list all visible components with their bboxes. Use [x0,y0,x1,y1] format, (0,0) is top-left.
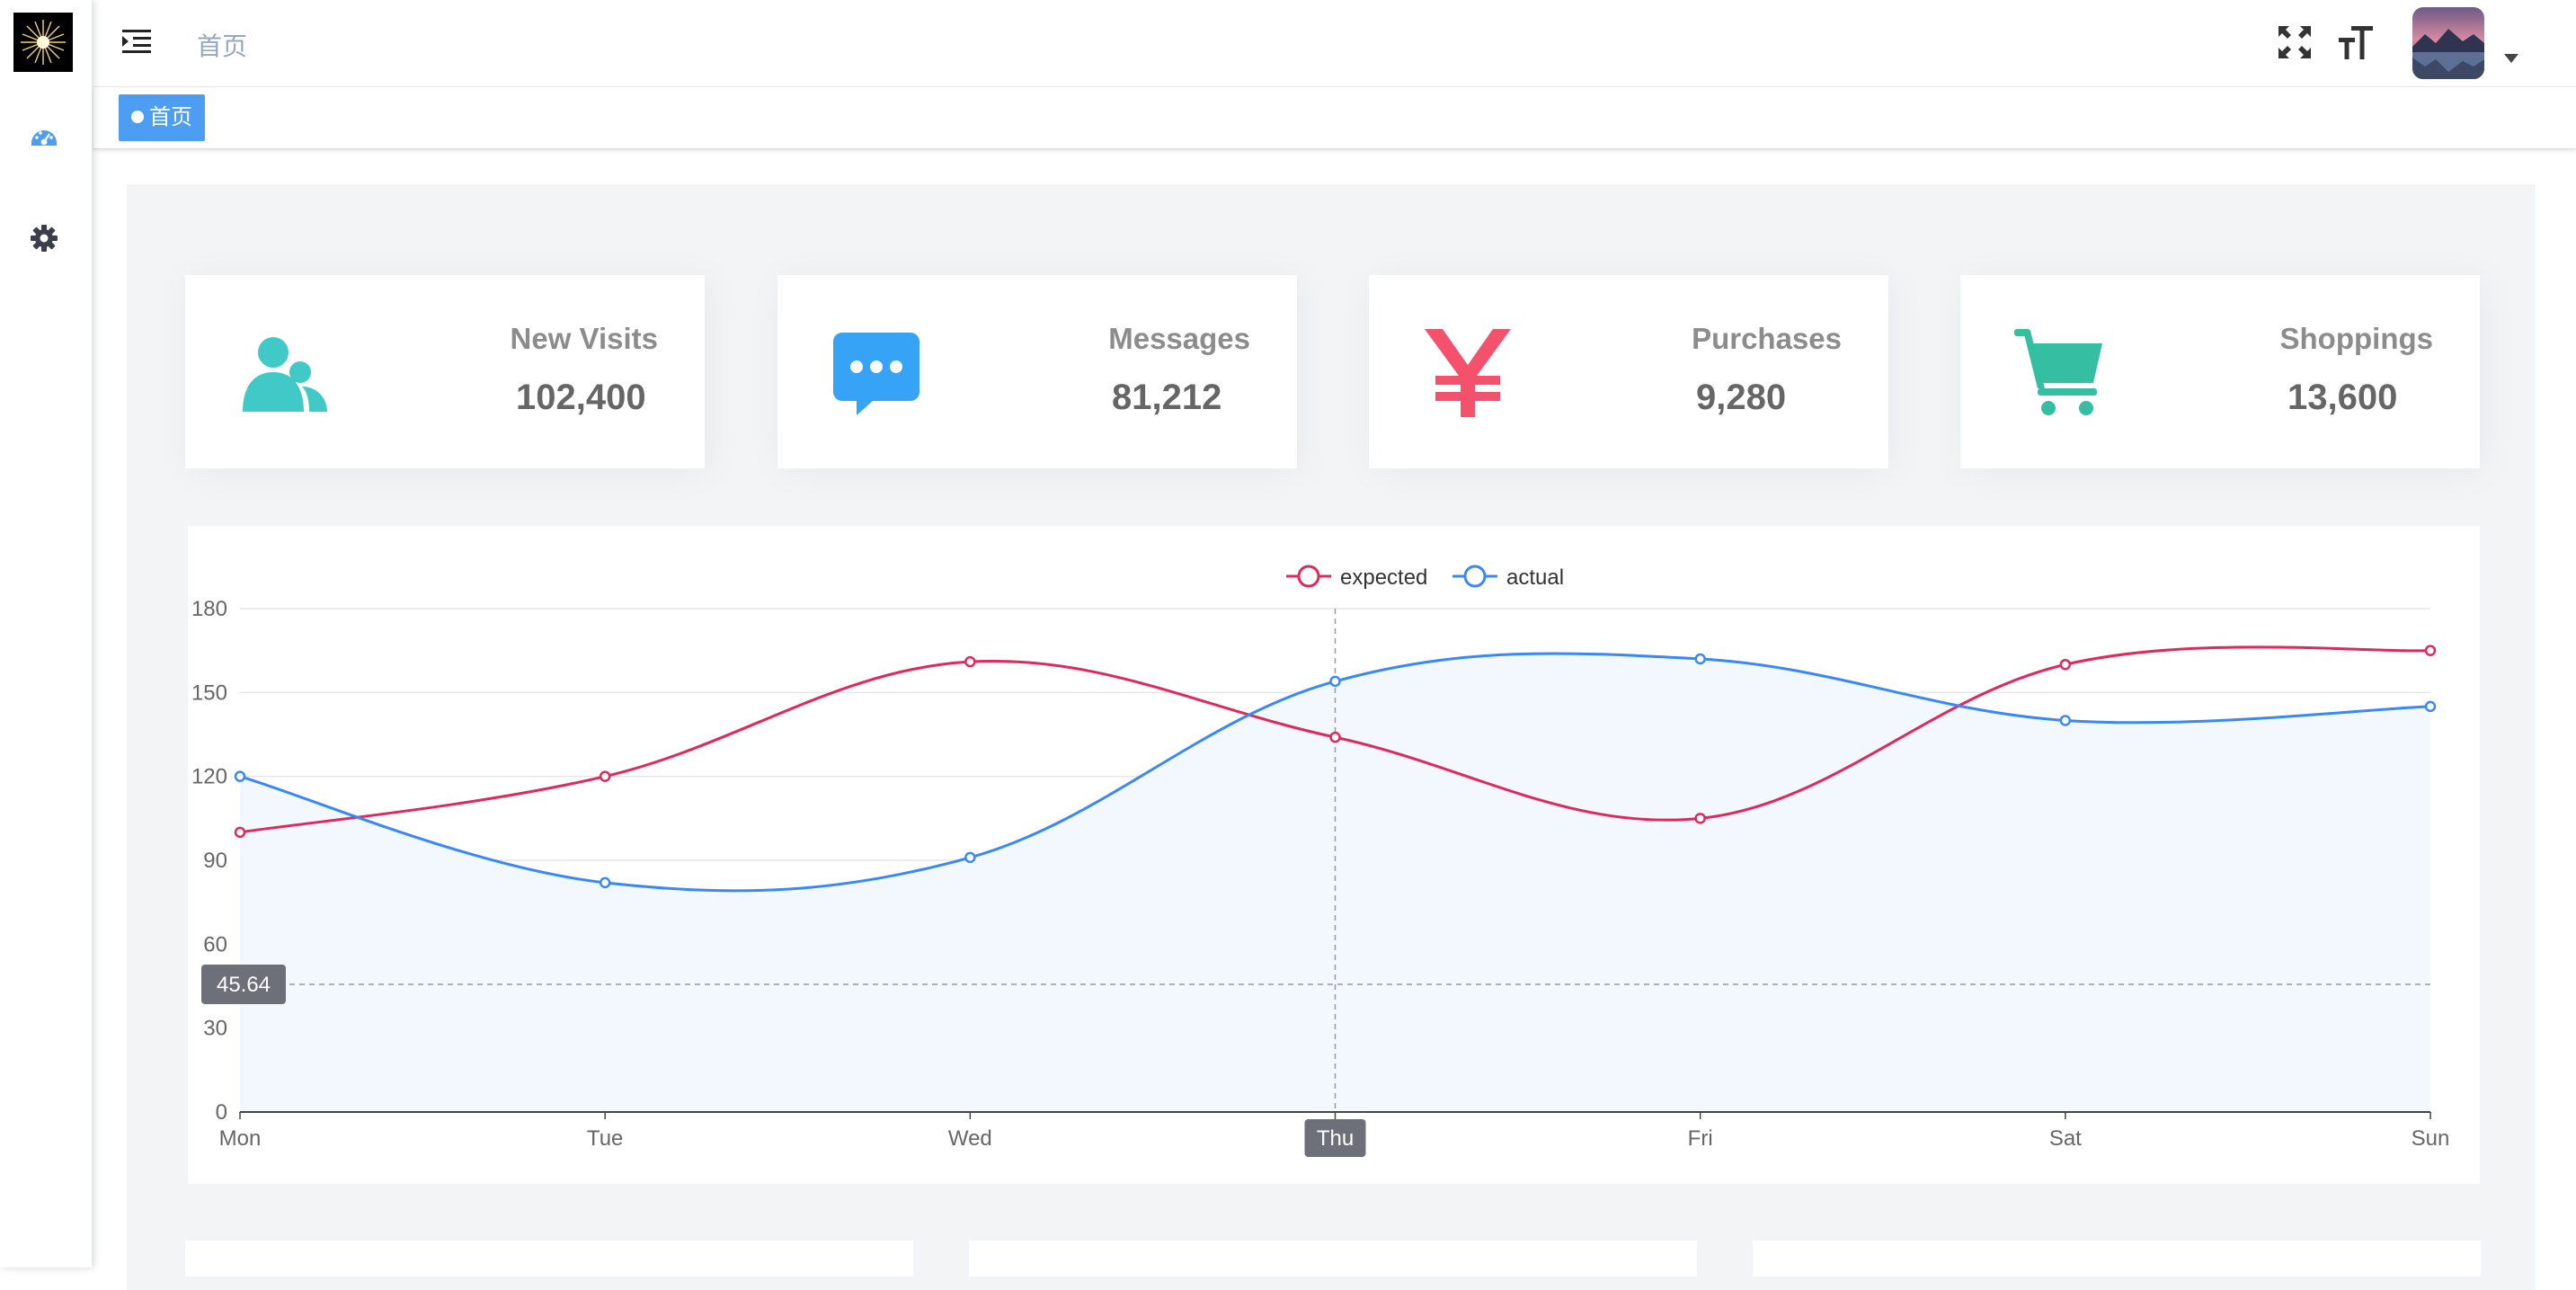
main-container: 首页 首页 New Visits 102,400 Messages 81,212… [93,0,2576,1290]
data-point-expected[interactable] [964,655,976,668]
shopping-cart-icon [2012,325,2106,419]
y-tick-label: 0 [216,1100,227,1125]
x-axis-ticks: Mon Tue Wed Thu Fri Sat Sun [219,1112,2450,1157]
card-purchases[interactable]: Purchases 9,280 [1369,275,1888,468]
card-new-visits[interactable]: New Visits 102,400 [185,275,705,468]
chart-tooltip: 45.64 [201,965,286,1005]
x-tick-label: Wed [948,1126,992,1151]
card-value: 13,600 [2287,378,2398,417]
legend-label: actual [1506,565,1564,590]
legend-circle-icon [1297,565,1320,588]
legend-label: expected [1340,565,1427,590]
sidebar-item-dashboard[interactable] [30,123,58,152]
card-title: Messages [1108,322,1250,355]
x-tick-label: Fri [1688,1126,1713,1151]
line-chart[interactable]: 0 30 60 90 120 150 180 Mon Tue Wed Thu Fri Sat Sun e… [188,526,2480,1184]
data-point-actual[interactable] [599,876,611,889]
data-point-expected[interactable] [599,770,611,782]
legend-item-actual[interactable]: actual [1452,565,1564,590]
chart-legend[interactable]: expected actual [1286,565,1564,590]
breadcrumb: 首页 [197,32,248,60]
data-point-actual[interactable] [2059,715,2072,726]
avatar-dropdown-caret-icon[interactable] [2504,54,2518,63]
peoples-icon [237,325,331,419]
legend-item-expected[interactable]: expected [1286,565,1427,590]
x-tick-label: Mon [219,1126,262,1151]
line-chart-panel: 0 30 60 90 120 150 180 Mon Tue Wed Thu Fri Sat Sun e… [188,526,2480,1184]
bottom-panel-right [1753,1241,2481,1277]
x-axis-pointer-label: Thu [1317,1126,1354,1151]
dashboard-icon [31,130,57,146]
x-tick-label: Tue [587,1126,623,1151]
data-point-actual[interactable] [234,770,246,782]
data-point-expected[interactable] [1694,813,1706,824]
data-point-expected[interactable] [2059,658,2072,671]
sidebar [0,0,92,1268]
font-size-button[interactable] [2337,23,2375,61]
bottom-panel-left [185,1241,913,1277]
bottom-panel-middle [969,1241,1697,1277]
money-icon [1421,325,1515,419]
card-messages[interactable]: Messages 81,212 [777,275,1297,468]
legend-circle-icon [1463,565,1487,588]
message-icon [830,325,923,419]
y-tick-label: 180 [191,597,227,621]
data-point-expected[interactable] [2424,645,2437,656]
y-axis-pointer-label: 45.64 [217,973,271,997]
hamburger-button[interactable] [120,25,153,58]
y-tick-label: 30 [203,1017,227,1041]
tag-label: 首页 [149,105,192,129]
card-value: 9,280 [1696,378,1787,417]
avatar-landscape-image [2412,7,2484,79]
data-point-expected[interactable] [1329,731,1341,743]
data-point-expected[interactable] [234,826,246,839]
card-title: New Visits [510,322,658,355]
y-tick-label: 120 [191,765,227,789]
font-size-icon [2339,26,2373,59]
y-tick-label: 150 [191,681,227,705]
hamburger-icon [122,30,151,53]
x-tick-label: Sat [2049,1126,2082,1151]
data-point-actual[interactable] [964,851,976,864]
card-value: 102,400 [516,378,646,417]
active-dot-icon [131,111,144,123]
card-title: Shoppings [2279,322,2433,355]
tag-home[interactable]: 首页 [119,94,205,141]
y-tick-label: 90 [203,849,227,873]
x-tick-label: Sun [2412,1126,2450,1151]
y-tick-label: 60 [203,932,227,956]
data-point-actual[interactable] [1694,653,1706,665]
logo[interactable] [13,13,73,72]
gear-icon [31,225,58,252]
tags-view: 首页 [93,87,2576,149]
card-shoppings[interactable]: Shoppings 13,600 [1960,275,2480,468]
avatar[interactable] [2412,7,2484,79]
fullscreen-button[interactable] [2276,23,2314,61]
fullscreen-icon [2278,26,2311,58]
data-point-actual[interactable] [2424,700,2437,713]
data-point-actual[interactable] [1329,675,1341,688]
card-value: 81,212 [1112,378,1222,417]
card-title: Purchases [1692,322,1842,355]
y-axis-ticks: 0 30 60 90 120 150 180 [191,597,227,1125]
sidebar-item-settings[interactable] [30,224,58,253]
logo-burst-icon [13,13,73,72]
navbar: 首页 [93,0,2576,87]
